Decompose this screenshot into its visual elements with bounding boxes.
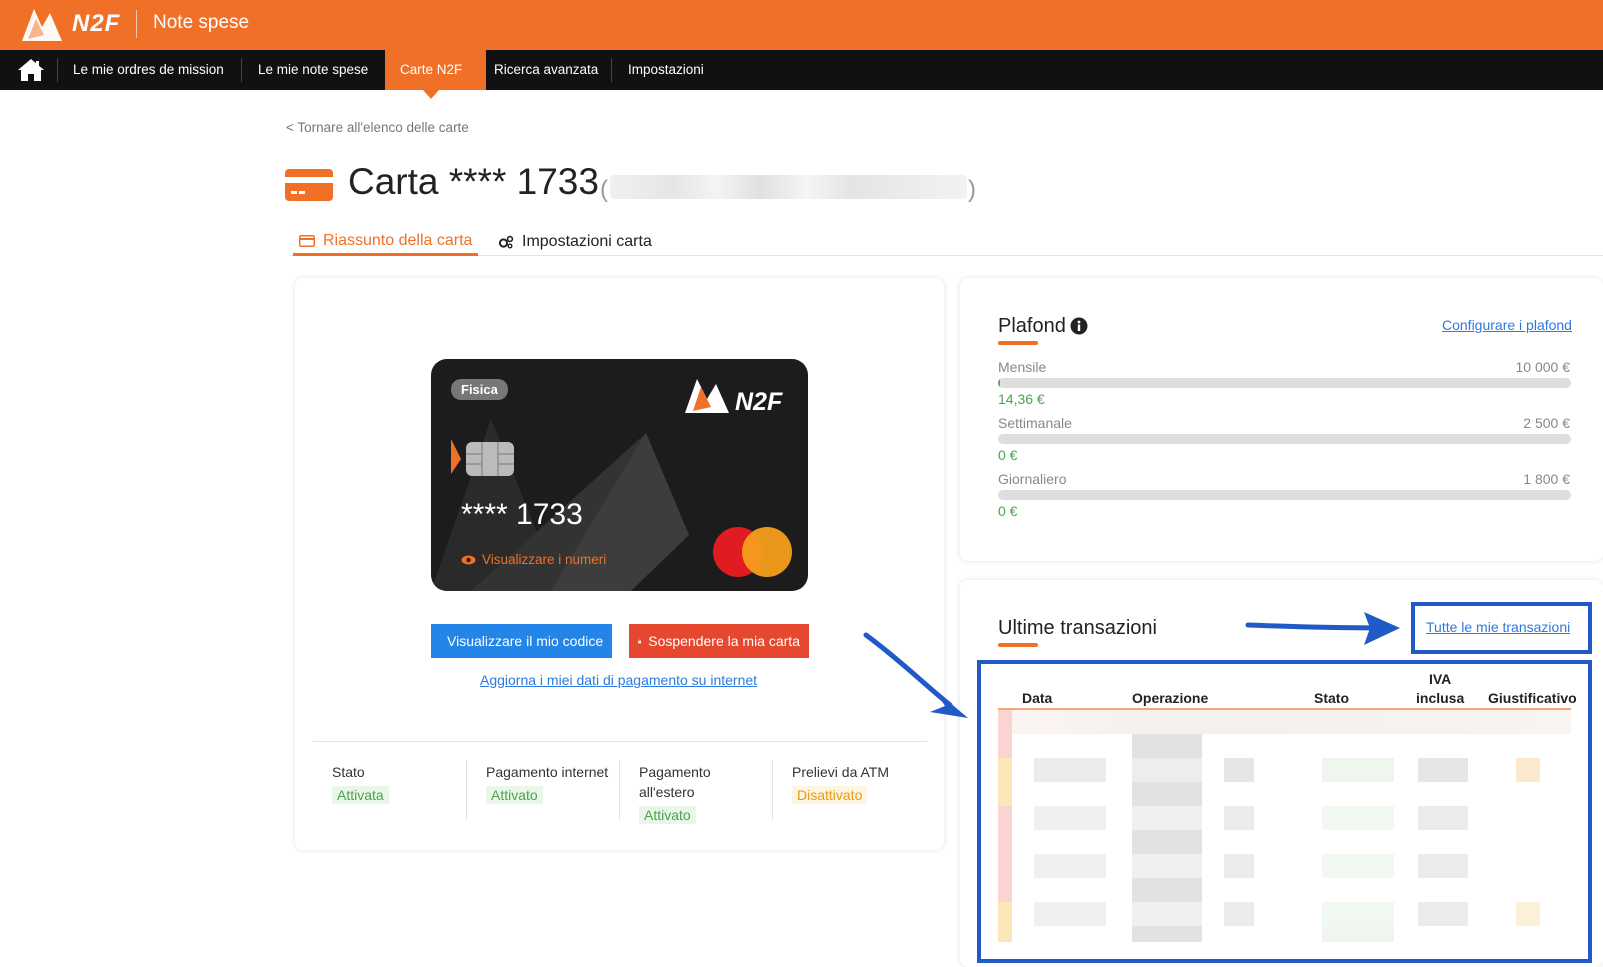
info-icon[interactable] [1070, 317, 1088, 335]
tab-card-summary-label: Riassunto della carta [323, 231, 473, 249]
limit-daily-bar [998, 490, 1571, 500]
nav-item-impostazioni[interactable]: Impostazioni [612, 50, 720, 90]
tab-card-settings[interactable]: Impostazioni carta [498, 228, 652, 256]
n2f-card-logo-icon [685, 379, 729, 413]
limit-monthly-label: Mensile [998, 359, 1047, 375]
status-badge: Attivato [639, 806, 696, 824]
view-card-numbers-link[interactable]: Visualizzare i numeri [461, 552, 606, 567]
tabs-divider [290, 255, 1603, 256]
status-badge: Disattivato [792, 786, 868, 804]
main-nav: Le mie ordres de mission Le mie note spe… [0, 50, 1603, 90]
status-separator [466, 760, 467, 820]
top-header: N2F Note spese [0, 0, 1603, 50]
status-foreign-payment: Pagamento all'estero Attivato [639, 762, 749, 832]
chip-icon [466, 442, 514, 476]
limit-daily-max: 1 800 € [1523, 471, 1570, 487]
limit-monthly-max: 10 000 € [1515, 359, 1571, 375]
n2f-logo[interactable]: N2F [20, 4, 120, 44]
limit-daily-label: Giornaliero [998, 471, 1067, 487]
status-label: Stato [332, 764, 365, 780]
plafond-title-underline [998, 341, 1038, 345]
nav-item-note-spese[interactable]: Le mie note spese [242, 50, 384, 90]
configure-limits-link[interactable]: Configurare i plafond [1442, 317, 1572, 333]
active-nav-caret [423, 90, 439, 99]
status-label: Prelievi da ATM [792, 764, 889, 780]
status-separator [772, 760, 773, 820]
card-brand-text: N2F [735, 388, 783, 416]
status-internet-payment: Pagamento internet Attivato [486, 762, 626, 832]
nav-item-ricerca-avanzata[interactable]: Ricerca avanzata [478, 50, 614, 90]
status-separator [619, 760, 620, 820]
status-card-state: Stato Attivata [332, 762, 462, 832]
header-divider [136, 10, 137, 38]
logo-text: N2F [72, 10, 121, 37]
plafond-title: Plafond [998, 315, 1066, 337]
card-type-badge: Fisica [451, 379, 508, 400]
app-title: Note spese [153, 12, 250, 33]
eye-icon [461, 555, 476, 564]
back-to-cards-link[interactable]: < Tornare all'elenco delle carte [286, 120, 469, 135]
status-divider [313, 741, 927, 742]
credit-card-icon [285, 169, 333, 201]
limit-monthly-bar [998, 378, 1571, 388]
transactions-title-underline [998, 643, 1038, 647]
suspend-card-button[interactable]: Sospendere la mia carta [629, 624, 809, 658]
card-masked-number: **** 1733 [461, 498, 583, 531]
redacted-card-holder [610, 175, 967, 199]
status-label: Pagamento internet [486, 764, 609, 780]
limit-weekly-bar [998, 434, 1571, 444]
status-label: Pagamento all'estero [639, 764, 711, 800]
lock-icon [638, 639, 642, 643]
view-pin-button[interactable]: Visualizzare il mio codice [431, 624, 612, 658]
card-small-icon [299, 234, 315, 247]
limit-weekly-max: 2 500 € [1523, 415, 1570, 431]
nav-item-carte-n2f[interactable]: Carte N2F [385, 50, 486, 90]
limit-weekly-used: 0 € [998, 447, 1018, 463]
n2f-logo-icon [22, 9, 62, 41]
annotation-highlight-transactions-table [977, 660, 1592, 963]
update-payment-details-link[interactable]: Aggiorna i miei dati di pagamento su int… [480, 672, 757, 688]
nav-item-ordres-de-mission[interactable]: Le mie ordres de mission [57, 50, 240, 90]
home-icon[interactable] [17, 58, 45, 82]
status-badge: Attivato [486, 786, 543, 804]
mastercard-logo-yellow [742, 527, 792, 577]
view-pin-button-label: Visualizzare il mio codice [447, 633, 604, 649]
status-badge: Attivata [332, 786, 389, 804]
title-paren-close: ) [968, 176, 976, 203]
annotation-highlight-all-transactions [1411, 602, 1592, 654]
view-card-numbers-label: Visualizzare i numeri [482, 552, 607, 567]
gears-icon [498, 235, 514, 249]
title-paren-open: ( [600, 176, 608, 203]
transactions-title: Ultime transazioni [998, 617, 1157, 639]
page-title: Carta **** 1733 [348, 161, 599, 202]
limit-monthly-used: 14,36 € [998, 391, 1045, 407]
limit-daily-used: 0 € [998, 503, 1018, 519]
card-visual: Fisica N2F **** 1733 Visualizzare i nume… [431, 359, 808, 591]
status-atm-withdrawal: Prelievi da ATM Disattivato [792, 762, 932, 832]
suspend-card-button-label: Sospendere la mia carta [648, 633, 800, 649]
tab-card-summary[interactable]: Riassunto della carta [293, 228, 478, 256]
limit-weekly-label: Settimanale [998, 415, 1072, 431]
tab-card-settings-label: Impostazioni carta [522, 233, 652, 250]
